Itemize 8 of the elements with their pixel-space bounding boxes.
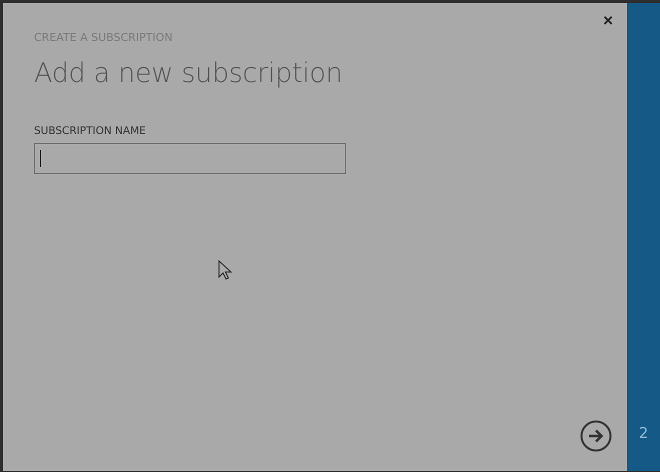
input-field[interactable] xyxy=(34,143,346,174)
text-cursor xyxy=(40,150,41,167)
step-number: 2 xyxy=(638,424,648,442)
close-button[interactable]: × xyxy=(599,12,617,30)
field-label: SUBSCRIPTION NAME xyxy=(34,125,147,137)
dialog-title: Add a new subscription xyxy=(34,58,344,89)
mouse-pointer-icon xyxy=(218,260,232,280)
next-arrow-button[interactable] xyxy=(580,420,612,452)
